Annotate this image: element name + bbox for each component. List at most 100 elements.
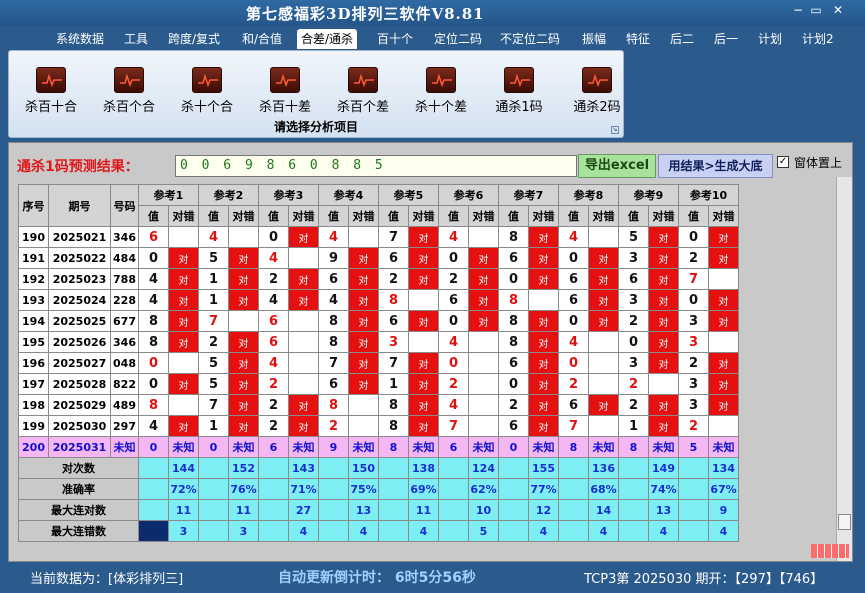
row-no: 199 bbox=[18, 415, 49, 437]
table-row[interactable]: 191 2025022 484 0 对 5 对 4 9 对 6 对 0 对 6 对 0 对 3 对 2 对 bbox=[18, 247, 739, 269]
vertical-scrollbar[interactable] bbox=[836, 177, 852, 561]
restore-icon[interactable]: ▭ bbox=[808, 3, 824, 17]
stats-value: 150 bbox=[348, 457, 379, 479]
hit-cell: 对 bbox=[168, 268, 199, 290]
prediction-result-field[interactable]: 0 0 6 9 8 6 0 8 8 5 bbox=[175, 155, 577, 177]
miss-cell bbox=[468, 415, 499, 437]
ref-value: 8 bbox=[618, 436, 649, 458]
hit-cell: 对 bbox=[528, 226, 559, 248]
ribbon-button[interactable]: 杀百个合 bbox=[93, 67, 165, 115]
row-no: 191 bbox=[18, 247, 49, 269]
menu-item[interactable]: 合差/通杀 bbox=[297, 29, 358, 49]
menu-item[interactable]: 跨度/复式 bbox=[164, 29, 224, 49]
ribbon-button-label: 通杀2码 bbox=[573, 100, 621, 115]
ribbon-button[interactable]: 杀百个差 bbox=[327, 67, 399, 115]
ribbon-button[interactable]: 杀百十合 bbox=[15, 67, 87, 115]
menu-item[interactable]: 百十个 bbox=[373, 29, 417, 49]
menu-item[interactable]: 后一 bbox=[710, 29, 742, 49]
ref-value: 8 bbox=[318, 331, 349, 353]
ref-value: 0 bbox=[138, 436, 169, 458]
minimize-icon[interactable]: − bbox=[790, 3, 806, 17]
hit-cell: 对 bbox=[528, 268, 559, 290]
hit-cell: 对 bbox=[528, 415, 559, 437]
miss-cell bbox=[648, 373, 679, 395]
table-row[interactable]: 199 2025030 297 4 对 1 对 2 对 2 8 对 7 6 对 7 1 对 2 bbox=[18, 415, 739, 437]
ref-value: 4 bbox=[318, 226, 349, 248]
col-header-ref: 参考7 bbox=[498, 184, 559, 206]
miss-cell bbox=[288, 352, 319, 374]
menu-item[interactable]: 振幅 bbox=[578, 29, 610, 49]
table-row[interactable]: 196 2025027 048 0 5 对 4 7 对 7 对 0 6 对 0 3 对 2 对 bbox=[18, 352, 739, 374]
miss-cell bbox=[468, 226, 499, 248]
close-icon[interactable]: ✕ bbox=[830, 3, 846, 17]
menu-item[interactable]: 系统数据 bbox=[52, 29, 108, 49]
menu-item[interactable]: 定位二码 bbox=[430, 29, 486, 49]
row-period: 2025024 bbox=[48, 289, 111, 311]
hit-cell: 对 bbox=[648, 352, 679, 374]
ref-value: 4 bbox=[258, 352, 289, 374]
col-header-number: 号码 bbox=[110, 184, 139, 227]
ref-value: 0 bbox=[198, 436, 229, 458]
row-number: 048 bbox=[110, 352, 139, 374]
unknown-cell: 未知 bbox=[348, 436, 379, 458]
miss-cell bbox=[168, 352, 199, 374]
export-excel-button[interactable]: 导出excel bbox=[578, 154, 656, 178]
col-header-hit: 对错 bbox=[348, 205, 379, 227]
ribbon-button[interactable]: 杀十个差 bbox=[405, 67, 477, 115]
row-number: 228 bbox=[110, 289, 139, 311]
menu-item[interactable]: 工具 bbox=[120, 29, 152, 49]
hit-cell: 对 bbox=[348, 289, 379, 311]
stats-spacer bbox=[438, 499, 469, 521]
status-current-data: 当前数据为：[体彩排列三] bbox=[30, 572, 184, 587]
menu-item[interactable]: 后二 bbox=[666, 29, 698, 49]
ribbon-button[interactable]: 杀百十差 bbox=[249, 67, 321, 115]
table-row[interactable]: 193 2025024 228 4 对 1 对 4 对 4 对 8 6 对 8 6 对 3 对 0 对 bbox=[18, 289, 739, 311]
row-period: 2025028 bbox=[48, 373, 111, 395]
stats-spacer bbox=[198, 499, 229, 521]
stats-value: 155 bbox=[528, 457, 559, 479]
col-header-row-no: 序号 bbox=[18, 184, 49, 227]
menu-item[interactable]: 计划2 bbox=[798, 29, 838, 49]
ref-value: 0 bbox=[558, 310, 589, 332]
col-header-ref: 参考4 bbox=[318, 184, 379, 206]
stats-value: 124 bbox=[468, 457, 499, 479]
scrollbar-thumb[interactable] bbox=[838, 514, 851, 530]
ref-value: 6 bbox=[258, 436, 289, 458]
table-row[interactable]: 192 2025023 788 4 对 1 对 2 对 6 对 2 对 2 对 0 对 6 对 6 对 7 bbox=[18, 268, 739, 290]
col-header-value: 值 bbox=[378, 205, 409, 227]
ref-value: 7 bbox=[198, 310, 229, 332]
table-row[interactable]: 190 2025021 346 6 4 0 对 4 7 对 4 8 对 4 5 对 0 对 bbox=[18, 226, 739, 248]
ref-value: 8 bbox=[558, 436, 589, 458]
ref-value: 2 bbox=[438, 268, 469, 290]
dialog-launcher-icon[interactable]: ↘ bbox=[611, 126, 619, 134]
ref-value: 9 bbox=[318, 247, 349, 269]
ref-value: 2 bbox=[438, 373, 469, 395]
hit-cell: 对 bbox=[288, 415, 319, 437]
table-row[interactable]: 195 2025026 346 8 对 2 对 6 8 对 3 4 8 对 4 0 对 3 bbox=[18, 331, 739, 353]
generate-base-button[interactable]: 用结果>生成大底 bbox=[658, 154, 773, 178]
menu-item[interactable]: 不定位二码 bbox=[496, 29, 564, 49]
ribbon-button[interactable]: 通杀1码 bbox=[483, 67, 555, 115]
col-header-hit: 对错 bbox=[708, 205, 739, 227]
hit-cell: 对 bbox=[288, 394, 319, 416]
stats-value: 10 bbox=[468, 499, 499, 521]
col-header-ref: 参考3 bbox=[258, 184, 319, 206]
ref-value: 6 bbox=[438, 436, 469, 458]
col-header-hit: 对错 bbox=[648, 205, 679, 227]
on-top-checkbox[interactable]: ✓ bbox=[777, 156, 789, 168]
miss-cell bbox=[468, 373, 499, 395]
ref-value: 0 bbox=[498, 268, 529, 290]
ribbon-button[interactable]: 杀十个合 bbox=[171, 67, 243, 115]
table-row[interactable]: 197 2025028 822 0 对 5 对 2 6 对 1 对 2 0 对 2 2 3 对 bbox=[18, 373, 739, 395]
stats-value: 68% bbox=[588, 478, 619, 500]
table-row[interactable]: 198 2025029 489 8 7 对 2 对 8 8 对 4 2 对 6 对 2 对 3 对 bbox=[18, 394, 739, 416]
menu-item[interactable]: 特征 bbox=[622, 29, 654, 49]
table-row[interactable]: 194 2025025 677 8 对 7 6 8 对 6 对 0 对 8 对 0 对 2 对 3 对 bbox=[18, 310, 739, 332]
table-row-pending[interactable]: 200 2025031 未知 0 未知 0 未知 6 未知 9 未知 8 未知 6 未知 0 未知 8 未知 8 未知 5… bbox=[18, 436, 739, 458]
hit-cell: 对 bbox=[648, 289, 679, 311]
ref-value: 1 bbox=[378, 373, 409, 395]
hit-cell: 对 bbox=[528, 352, 559, 374]
menu-item[interactable]: 和/合值 bbox=[238, 29, 286, 49]
menu-item[interactable]: 计划 bbox=[754, 29, 786, 49]
ribbon-button[interactable]: 通杀2码 bbox=[561, 67, 633, 115]
